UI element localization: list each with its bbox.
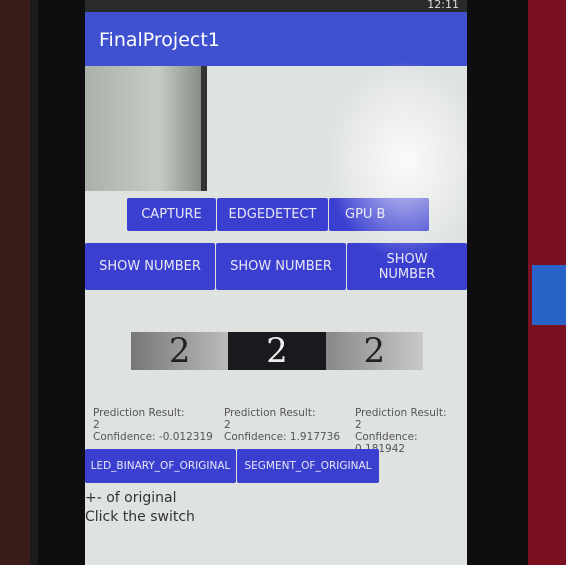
prediction-confidence: Confidence: -0.012319 <box>93 431 213 443</box>
led-binary-button[interactable]: LED_BINARY_OF_ORIGINAL <box>85 449 236 483</box>
prediction-value: 2 <box>355 419 362 431</box>
background-board-right <box>528 0 566 565</box>
digit-image-edge: 2 <box>228 331 326 371</box>
prediction-value: 2 <box>93 419 100 431</box>
show-number-button-1[interactable]: SHOW NUMBER <box>85 243 215 290</box>
capture-button[interactable]: CAPTURE <box>127 198 216 231</box>
app-screen: 12:11 FinalProject1 CAPTURE EDGEDETECT G… <box>85 0 467 565</box>
show-number-button-2[interactable]: SHOW NUMBER <box>216 243 346 290</box>
edgedetect-button[interactable]: EDGEDETECT <box>217 198 328 231</box>
camera-preview <box>85 66 207 191</box>
prediction-label: Prediction Result: <box>224 407 316 419</box>
background-board-left <box>0 0 30 565</box>
digit-image-gpu: 2 <box>325 331 423 371</box>
digit-image-original: 2 <box>131 331 229 371</box>
note-original: +- of original <box>85 490 177 506</box>
digit-images: 2 2 2 <box>131 331 423 371</box>
prediction-value: 2 <box>224 419 231 431</box>
gpu-button[interactable]: GPU B <box>329 198 429 231</box>
show-number-button-3[interactable]: SHOW NUMBER <box>347 243 467 290</box>
prediction-label: Prediction Result: <box>93 407 185 419</box>
status-time: 12:11 <box>427 0 459 11</box>
status-bar: 12:11 <box>85 0 467 12</box>
app-bar: FinalProject1 <box>85 12 467 66</box>
segment-button[interactable]: SEGMENT_OF_ORIGINAL <box>237 449 379 483</box>
blue-connector <box>532 265 566 325</box>
prediction-1: Prediction Result: 2 Confidence: -0.0123… <box>93 407 213 443</box>
note-switch: Click the switch <box>85 509 195 525</box>
app-title: FinalProject1 <box>99 29 220 51</box>
prediction-2: Prediction Result: 2 Confidence: 1.91773… <box>224 407 340 443</box>
prediction-confidence: Confidence: 1.917736 <box>224 431 341 443</box>
prediction-3: Prediction Result: 2 Confidence: 0.18194… <box>355 407 467 455</box>
prediction-label: Prediction Result: <box>355 407 447 419</box>
